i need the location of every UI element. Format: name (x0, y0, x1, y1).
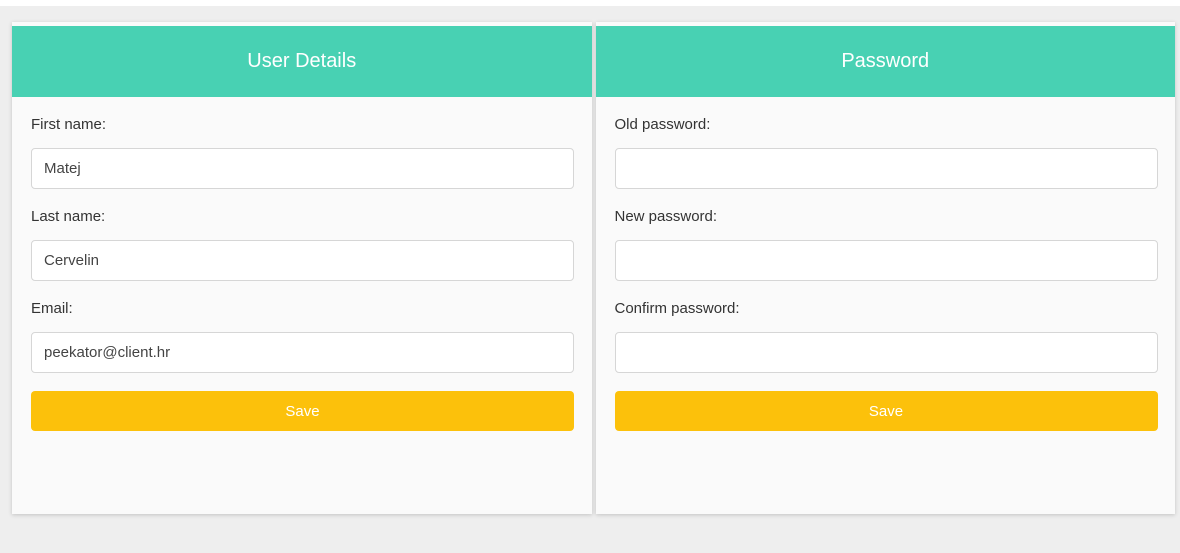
last-name-label: Last name: (31, 208, 106, 225)
last-name-input[interactable] (31, 240, 574, 281)
email-label: Email: (31, 300, 73, 317)
password-form: Old password: New password: Confirm pass… (596, 97, 1176, 431)
password-header: Password (595, 26, 1175, 97)
first-name-label: First name: (31, 116, 107, 133)
user-details-panel: User Details First name: Last name: Emai… (12, 22, 592, 514)
new-password-label: New password: (614, 208, 718, 225)
user-details-header: User Details (12, 26, 592, 97)
save-user-details-button[interactable]: Save (31, 391, 574, 431)
confirm-password-label: Confirm password: (614, 300, 740, 317)
user-details-form: First name: Last name: Email: Save (12, 97, 592, 431)
old-password-input[interactable] (614, 148, 1158, 189)
new-password-input[interactable] (614, 240, 1158, 281)
old-password-label: Old password: (614, 116, 711, 133)
confirm-password-input[interactable] (614, 332, 1158, 373)
first-name-input[interactable] (31, 148, 574, 189)
password-panel: Password Old password: New password: Con… (595, 22, 1176, 514)
settings-panels: User Details First name: Last name: Emai… (12, 22, 1175, 514)
save-password-button[interactable]: Save (614, 391, 1158, 431)
top-bar (0, 0, 1180, 6)
email-input[interactable] (31, 332, 574, 373)
